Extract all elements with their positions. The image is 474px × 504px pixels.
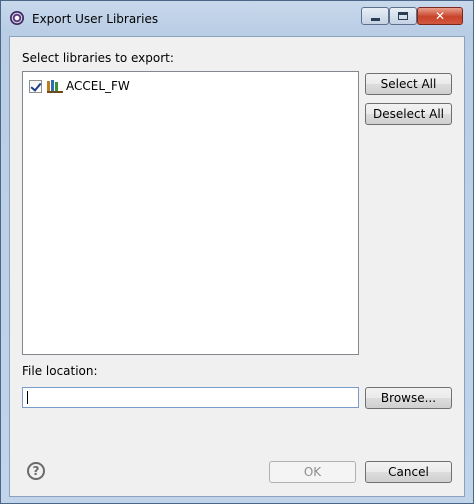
minimize-button[interactable] xyxy=(361,7,389,25)
help-icon[interactable]: ? xyxy=(27,462,45,480)
library-checkbox[interactable] xyxy=(29,79,42,93)
text-caret xyxy=(27,391,28,404)
dialog-content: Select libraries to export: ACCEL_FW Sel… xyxy=(9,36,465,497)
title-bar[interactable]: Export User Libraries ✕ xyxy=(1,1,473,35)
library-list[interactable]: ACCEL_FW xyxy=(22,71,359,355)
window-title: Export User Libraries xyxy=(32,12,159,26)
select-all-button[interactable]: Select All xyxy=(365,73,452,95)
file-location-input[interactable] xyxy=(22,387,359,408)
eclipse-app-icon xyxy=(10,11,24,25)
browse-button[interactable]: Browse... xyxy=(365,387,452,409)
library-name: ACCEL_FW xyxy=(66,79,130,93)
file-location-label: File location: xyxy=(22,364,98,378)
ok-button[interactable]: OK xyxy=(269,461,356,483)
library-icon xyxy=(47,79,63,93)
deselect-all-button[interactable]: Deselect All xyxy=(365,103,452,125)
export-user-libraries-dialog: Export User Libraries ✕ Select libraries… xyxy=(0,0,474,504)
maximize-icon xyxy=(398,12,408,20)
select-libraries-label: Select libraries to export: xyxy=(22,51,174,65)
cancel-button[interactable]: Cancel xyxy=(365,461,452,483)
close-icon: ✕ xyxy=(434,9,446,23)
minimize-icon xyxy=(371,18,380,21)
close-button[interactable]: ✕ xyxy=(417,7,463,25)
library-list-item[interactable]: ACCEL_FW xyxy=(29,78,130,94)
maximize-button[interactable] xyxy=(389,7,417,25)
